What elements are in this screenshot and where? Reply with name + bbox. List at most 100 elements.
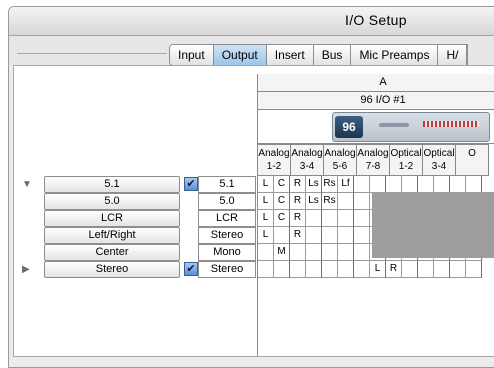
channel-cell[interactable] bbox=[370, 176, 386, 193]
channel-cell[interactable]: L bbox=[258, 210, 274, 227]
window-title: I/O Setup bbox=[345, 12, 407, 28]
channel-cell[interactable] bbox=[354, 176, 370, 193]
checkmark-icon[interactable]: ✔ bbox=[184, 262, 198, 276]
path-format-label: Stereo bbox=[198, 227, 256, 244]
checkmark-icon[interactable]: ✔ bbox=[184, 177, 198, 191]
io-pane: A 96 I/O #1 96 Analog 1-2 Analog 3-4 Analo… bbox=[13, 65, 494, 357]
path-row: 5.0 5.0 bbox=[14, 193, 257, 210]
interface-badge: 96 bbox=[335, 116, 363, 138]
path-row: ▶ Stereo ✔ Stereo bbox=[14, 261, 257, 278]
channel-cell[interactable] bbox=[322, 227, 338, 244]
channel-cell[interactable] bbox=[418, 176, 434, 193]
port-header: Analog 5-6 bbox=[324, 145, 357, 175]
channel-cell[interactable] bbox=[402, 261, 418, 278]
channel-cell[interactable]: L bbox=[258, 227, 274, 244]
path-format-label: Mono bbox=[198, 244, 256, 261]
channel-cell[interactable] bbox=[338, 244, 354, 261]
path-name-button[interactable]: Center bbox=[44, 244, 180, 261]
channel-cell[interactable] bbox=[322, 244, 338, 261]
channel-cell[interactable] bbox=[322, 210, 338, 227]
path-format-label: Stereo bbox=[198, 261, 256, 278]
channel-cell[interactable] bbox=[258, 261, 274, 278]
tab-h[interactable]: H/ bbox=[438, 45, 468, 65]
channel-cell[interactable]: L bbox=[258, 193, 274, 210]
path-name-button[interactable]: 5.0 bbox=[44, 193, 180, 210]
interface-image: 96 bbox=[332, 112, 490, 142]
tab-divider bbox=[17, 53, 167, 54]
channel-cell[interactable] bbox=[274, 227, 290, 244]
interface-meters bbox=[423, 121, 479, 127]
path-row: Left/Right Stereo bbox=[14, 227, 257, 244]
channel-cell[interactable]: R bbox=[386, 261, 402, 278]
channel-cell[interactable] bbox=[338, 193, 354, 210]
channel-cell[interactable] bbox=[402, 176, 418, 193]
channel-cell[interactable] bbox=[418, 261, 434, 278]
channel-cell[interactable]: C bbox=[274, 176, 290, 193]
channel-cell[interactable] bbox=[338, 210, 354, 227]
channel-cell[interactable]: Ls bbox=[306, 176, 322, 193]
channel-cell[interactable]: Rs bbox=[322, 176, 338, 193]
channel-cell[interactable] bbox=[274, 261, 290, 278]
port-header: Analog 7-8 bbox=[357, 145, 390, 175]
channel-cell[interactable]: R bbox=[290, 193, 306, 210]
channel-cell[interactable] bbox=[290, 261, 306, 278]
channel-cell[interactable]: C bbox=[274, 193, 290, 210]
channel-cell[interactable]: R bbox=[290, 176, 306, 193]
channel-cell[interactable] bbox=[450, 176, 466, 193]
channel-cell[interactable] bbox=[338, 261, 354, 278]
channel-cell[interactable] bbox=[338, 227, 354, 244]
channel-cell[interactable]: Rs bbox=[322, 193, 338, 210]
io-setup-window: I/O Setup Input Output Insert Bus Mic Preamp… bbox=[8, 6, 494, 368]
path-format-label: 5.1 bbox=[198, 176, 256, 193]
channel-cell[interactable] bbox=[322, 261, 338, 278]
channel-cell[interactable] bbox=[466, 261, 482, 278]
channel-cell[interactable] bbox=[354, 193, 370, 210]
triangle-right-icon[interactable]: ▶ bbox=[22, 264, 30, 275]
channel-cell[interactable]: R bbox=[290, 227, 306, 244]
tab-insert[interactable]: Insert bbox=[266, 45, 314, 65]
path-name-button[interactable]: LCR bbox=[44, 210, 180, 227]
channel-cell[interactable] bbox=[306, 227, 322, 244]
channel-cell[interactable]: Lf bbox=[338, 176, 354, 193]
assignment-row: LR bbox=[258, 261, 482, 278]
tab-output[interactable]: Output bbox=[213, 45, 267, 65]
channel-cell[interactable] bbox=[466, 176, 482, 193]
channel-cell[interactable] bbox=[306, 261, 322, 278]
channel-cell[interactable] bbox=[354, 244, 370, 261]
path-row: LCR LCR bbox=[14, 210, 257, 227]
channel-cell[interactable]: R bbox=[290, 210, 306, 227]
title-bar[interactable]: I/O Setup bbox=[9, 7, 494, 36]
tab-mic-preamps[interactable]: Mic Preamps bbox=[351, 45, 439, 65]
assignment-row: L C R Ls Rs Lf bbox=[258, 176, 482, 193]
channel-cell[interactable]: C bbox=[274, 210, 290, 227]
port-header: Analog 1-2 bbox=[258, 145, 291, 175]
path-format-label: 5.0 bbox=[198, 193, 256, 210]
channel-cell[interactable] bbox=[258, 244, 274, 261]
channel-cell[interactable]: L bbox=[258, 176, 274, 193]
channel-cell[interactable] bbox=[386, 176, 402, 193]
path-name-button[interactable]: 5.1 bbox=[44, 176, 180, 193]
channel-cell[interactable] bbox=[354, 210, 370, 227]
group-header: A bbox=[258, 74, 494, 92]
port-header-row: Analog 1-2 Analog 3-4 Analog 5-6 Analog 7-8… bbox=[258, 144, 489, 176]
channel-cell[interactable] bbox=[306, 210, 322, 227]
channel-cell[interactable] bbox=[434, 176, 450, 193]
channel-cell[interactable] bbox=[450, 261, 466, 278]
channel-cell[interactable]: L bbox=[370, 261, 386, 278]
path-name-button[interactable]: Stereo bbox=[44, 261, 180, 278]
triangle-down-icon[interactable]: ▼ bbox=[22, 179, 32, 190]
tab-bus[interactable]: Bus bbox=[313, 45, 352, 65]
device-header: 96 I/O #1 bbox=[258, 92, 494, 110]
channel-cell[interactable] bbox=[290, 244, 306, 261]
channel-cell[interactable] bbox=[354, 227, 370, 244]
channel-cell[interactable]: M bbox=[274, 244, 290, 261]
channel-cell[interactable] bbox=[434, 261, 450, 278]
path-row: ▼ 5.1 ✔ 5.1 bbox=[14, 176, 257, 193]
tab-input[interactable]: Input bbox=[170, 45, 214, 65]
channel-cell[interactable] bbox=[306, 244, 322, 261]
channel-cell[interactable] bbox=[354, 261, 370, 278]
path-name-button[interactable]: Left/Right bbox=[44, 227, 180, 244]
unassigned-region bbox=[372, 192, 494, 258]
channel-cell[interactable]: Ls bbox=[306, 193, 322, 210]
path-row: Center Mono bbox=[14, 244, 257, 261]
